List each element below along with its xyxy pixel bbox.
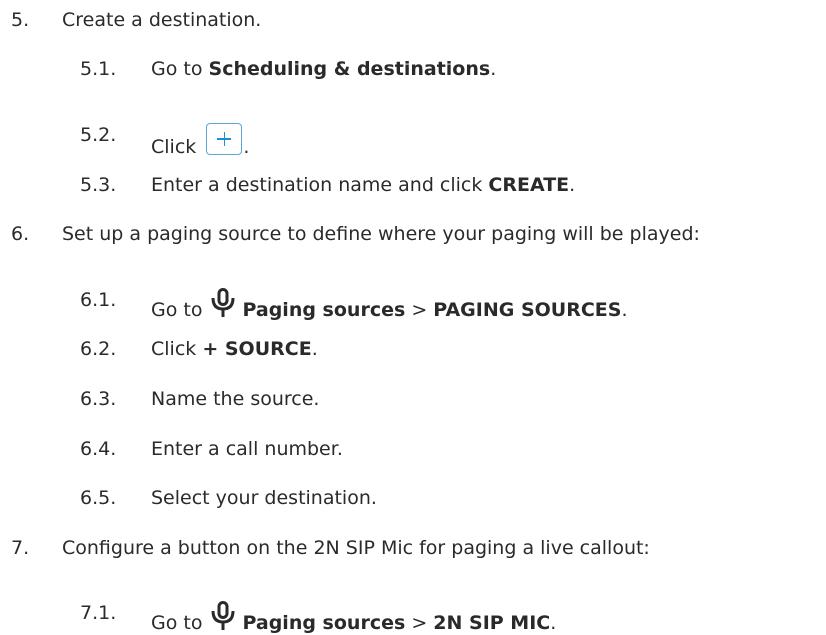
substep-text: Go to Paging sources > PAGING SOURCES.	[151, 288, 628, 322]
substep-text: Click .	[151, 123, 249, 159]
microphone-icon	[211, 288, 235, 317]
substep-text: Select your destination.	[151, 487, 377, 509]
add-button	[206, 123, 243, 155]
substep-text: Enter a call number.	[151, 438, 343, 460]
ui-label: 2N SIP MIC	[433, 612, 551, 634]
ui-label: Scheduling & destinations	[208, 58, 491, 80]
ui-label: CREATE	[488, 174, 570, 196]
ui-label: PAGING SOURCES	[433, 299, 622, 321]
substep-number: 6.4.	[80, 438, 117, 460]
ui-label: Paging sources	[242, 299, 406, 321]
substep-number: 6.5.	[80, 487, 117, 509]
substep-text: Enter a destination name and click CREAT…	[151, 174, 576, 196]
substep-text: Go to Paging sources > 2N SIP MIC.	[151, 601, 556, 635]
microphone-icon	[211, 601, 235, 630]
substep-text: Name the source.	[151, 388, 320, 410]
step-number: 6.	[11, 223, 30, 245]
step-text: Create a destination.	[62, 9, 262, 31]
step-text: Configure a button on the 2N SIP Mic for…	[62, 537, 650, 559]
substep-number: 5.2.	[80, 124, 117, 146]
step-text: Set up a paging source to define where y…	[62, 223, 700, 245]
substep-number: 7.1.	[80, 602, 117, 624]
substep-number: 5.1.	[80, 58, 117, 80]
step-number: 7.	[11, 537, 30, 559]
substep-text: Click + SOURCE.	[151, 338, 318, 360]
substep-text: Go to Scheduling & destinations.	[151, 58, 497, 80]
substep-number: 6.1.	[80, 289, 117, 311]
ui-label: Paging sources	[242, 612, 406, 634]
substep-number: 5.3.	[80, 174, 117, 196]
document-page: { "steps": [ { "number": "5.", "text": "…	[0, 0, 826, 634]
substep-number: 6.3.	[80, 388, 117, 410]
step-number: 5.	[11, 9, 30, 31]
ui-label: + SOURCE	[202, 338, 312, 360]
substep-number: 6.2.	[80, 338, 117, 360]
